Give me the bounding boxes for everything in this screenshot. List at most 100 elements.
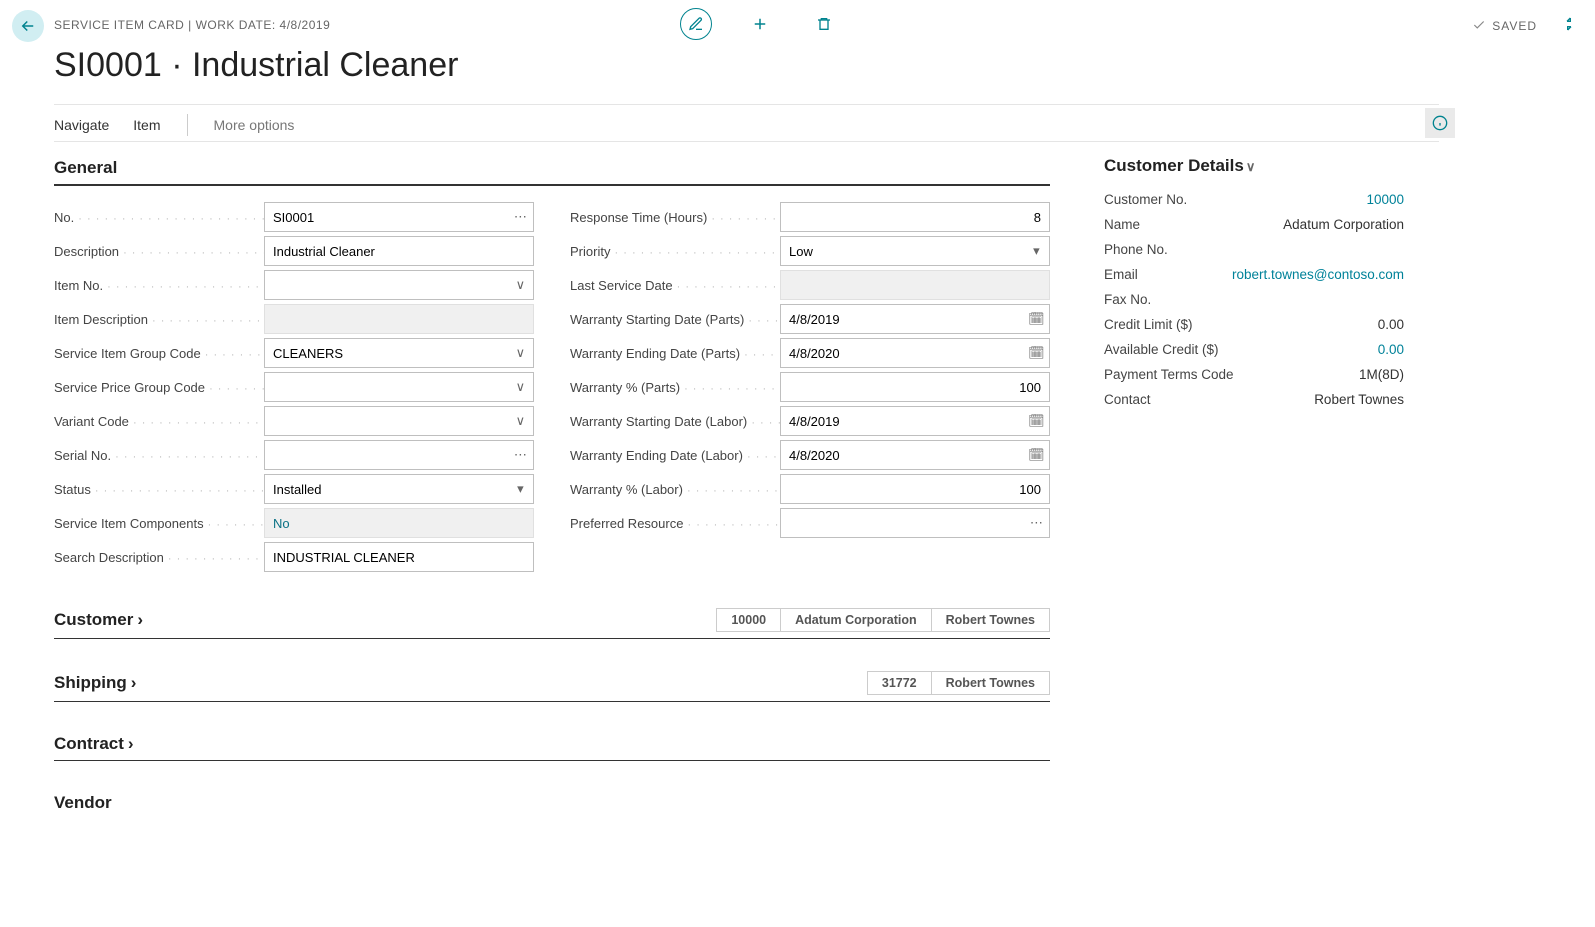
value-name: Adatum Corporation bbox=[1283, 217, 1404, 232]
value-payment-terms: 1M(8D) bbox=[1359, 367, 1404, 382]
collapse-factbox-button[interactable] bbox=[1561, 16, 1577, 35]
label-customer-no: Customer No. bbox=[1104, 192, 1187, 207]
link-service-item-components[interactable]: No bbox=[264, 508, 534, 538]
new-button[interactable] bbox=[744, 8, 776, 40]
select-priority[interactable]: ▾ bbox=[780, 236, 1050, 266]
info-pane-toggle[interactable] bbox=[1425, 108, 1455, 138]
input-response-time[interactable] bbox=[780, 202, 1050, 232]
section-vendor[interactable]: Vendor bbox=[54, 785, 1050, 819]
label-fax: Fax No. bbox=[1104, 292, 1151, 307]
value-contact: Robert Townes bbox=[1314, 392, 1404, 407]
plus-icon bbox=[751, 15, 769, 33]
chevron-down-icon[interactable]: ∨ bbox=[508, 407, 533, 435]
caret-down-icon[interactable]: ▾ bbox=[1024, 237, 1049, 265]
label-description: Description bbox=[54, 244, 264, 259]
input-serial-no[interactable]: ⋯ bbox=[264, 440, 534, 470]
section-general[interactable]: General bbox=[54, 150, 1050, 186]
link-customer-no[interactable]: 10000 bbox=[1366, 192, 1404, 207]
label-warranty-pct-parts: Warranty % (Parts) bbox=[570, 380, 780, 395]
section-customer[interactable]: Customer› 10000 Adatum Corporation Rober… bbox=[54, 600, 1050, 639]
input-variant-code[interactable]: ∨ bbox=[264, 406, 534, 436]
calendar-icon[interactable]: 🗓 bbox=[1024, 407, 1049, 435]
label-warranty-pct-labor: Warranty % (Labor) bbox=[570, 482, 780, 497]
summary-badge: 10000 bbox=[716, 608, 781, 632]
label-status: Status bbox=[54, 482, 264, 497]
back-button[interactable] bbox=[12, 10, 44, 42]
label-warranty-start-labor: Warranty Starting Date (Labor) bbox=[570, 414, 780, 429]
input-service-item-group[interactable]: ∨ bbox=[264, 338, 534, 368]
chevron-right-icon: › bbox=[131, 673, 137, 693]
trash-icon bbox=[816, 16, 832, 32]
value-credit-limit: 0.00 bbox=[1378, 317, 1404, 332]
menu-navigate[interactable]: Navigate bbox=[54, 117, 109, 133]
label-preferred-resource: Preferred Resource bbox=[570, 516, 780, 531]
link-available-credit[interactable]: 0.00 bbox=[1378, 342, 1404, 357]
label-service-item-components: Service Item Components bbox=[54, 516, 264, 531]
menu-divider bbox=[187, 114, 188, 136]
label-search-description: Search Description bbox=[54, 550, 264, 565]
input-no[interactable]: ⋯ bbox=[264, 202, 534, 232]
label-variant-code: Variant Code bbox=[54, 414, 264, 429]
menu-item[interactable]: Item bbox=[133, 117, 160, 133]
ellipsis-icon[interactable]: ⋯ bbox=[508, 203, 533, 231]
chevron-down-icon[interactable]: ∨ bbox=[508, 373, 533, 401]
chevron-down-icon: ∨ bbox=[1246, 159, 1256, 174]
select-status[interactable]: ▾ bbox=[264, 474, 534, 504]
chevron-right-icon: › bbox=[128, 734, 134, 754]
label-item-no: Item No. bbox=[54, 278, 264, 293]
input-description[interactable] bbox=[264, 236, 534, 266]
label-available-credit: Available Credit ($) bbox=[1104, 342, 1219, 357]
page-title: SI0001 · Industrial Cleaner bbox=[54, 46, 458, 85]
ellipsis-icon[interactable]: ⋯ bbox=[1024, 509, 1049, 537]
check-icon bbox=[1472, 18, 1486, 32]
label-phone: Phone No. bbox=[1104, 242, 1168, 257]
label-response-time: Response Time (Hours) bbox=[570, 210, 780, 225]
summary-badge: Adatum Corporation bbox=[780, 608, 932, 632]
input-warranty-pct-parts[interactable] bbox=[780, 372, 1050, 402]
link-email[interactable]: robert.townes@contoso.com bbox=[1232, 267, 1404, 282]
input-warranty-end-parts[interactable]: 🗓 bbox=[780, 338, 1050, 368]
label-warranty-start-parts: Warranty Starting Date (Parts) bbox=[570, 312, 780, 327]
arrow-left-icon bbox=[19, 17, 37, 35]
ellipsis-icon[interactable]: ⋯ bbox=[508, 441, 533, 469]
summary-badge: 31772 bbox=[867, 671, 932, 695]
input-preferred-resource[interactable]: ⋯ bbox=[780, 508, 1050, 538]
calendar-icon[interactable]: 🗓 bbox=[1024, 441, 1049, 469]
factbox-customer-details-header[interactable]: Customer Details∨ bbox=[1104, 156, 1404, 176]
label-credit-limit: Credit Limit ($) bbox=[1104, 317, 1193, 332]
input-search-description[interactable] bbox=[264, 542, 534, 572]
label-no: No. bbox=[54, 210, 264, 225]
label-warranty-end-labor: Warranty Ending Date (Labor) bbox=[570, 448, 780, 463]
input-item-no[interactable]: ∨ bbox=[264, 270, 534, 300]
label-service-item-group: Service Item Group Code bbox=[54, 346, 264, 361]
chevron-right-icon: › bbox=[137, 610, 143, 630]
pencil-icon bbox=[688, 16, 704, 32]
label-service-price-group: Service Price Group Code bbox=[54, 380, 264, 395]
label-email: Email bbox=[1104, 267, 1138, 282]
caret-down-icon[interactable]: ▾ bbox=[508, 475, 533, 503]
edit-button[interactable] bbox=[680, 8, 712, 40]
menu-more-options[interactable]: More options bbox=[214, 117, 295, 133]
input-warranty-pct-labor[interactable] bbox=[780, 474, 1050, 504]
divider bbox=[54, 104, 1439, 105]
label-serial-no: Serial No. bbox=[54, 448, 264, 463]
info-icon bbox=[1432, 115, 1448, 131]
calendar-icon[interactable]: 🗓 bbox=[1024, 339, 1049, 367]
chevron-down-icon[interactable]: ∨ bbox=[508, 271, 533, 299]
label-priority: Priority bbox=[570, 244, 780, 259]
chevron-down-icon[interactable]: ∨ bbox=[508, 339, 533, 367]
divider bbox=[54, 141, 1439, 142]
input-warranty-start-parts[interactable]: 🗓 bbox=[780, 304, 1050, 334]
delete-button[interactable] bbox=[808, 8, 840, 40]
input-service-price-group[interactable]: ∨ bbox=[264, 372, 534, 402]
input-warranty-start-labor[interactable]: 🗓 bbox=[780, 406, 1050, 436]
section-shipping[interactable]: Shipping› 31772 Robert Townes bbox=[54, 663, 1050, 702]
input-warranty-end-labor[interactable]: 🗓 bbox=[780, 440, 1050, 470]
summary-badge: Robert Townes bbox=[931, 608, 1050, 632]
calendar-icon[interactable]: 🗓 bbox=[1024, 305, 1049, 333]
section-contract[interactable]: Contract› bbox=[54, 726, 1050, 761]
label-item-description: Item Description bbox=[54, 312, 264, 327]
collapse-icon bbox=[1561, 16, 1577, 32]
label-last-service-date: Last Service Date bbox=[570, 278, 780, 293]
label-contact: Contact bbox=[1104, 392, 1151, 407]
